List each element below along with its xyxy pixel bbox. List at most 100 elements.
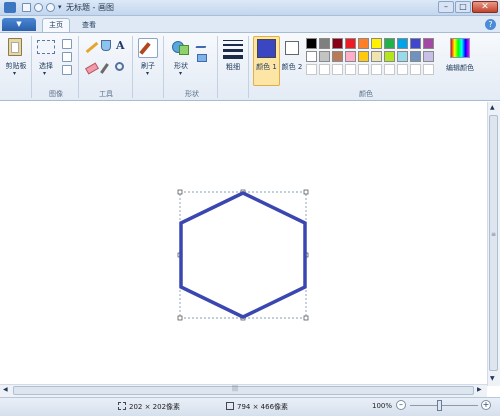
palette-color-swatch[interactable]: [306, 38, 317, 49]
edit-colors-icon[interactable]: [450, 38, 470, 58]
palette-color-swatch[interactable]: [332, 64, 343, 75]
resize-handle[interactable]: [303, 189, 309, 195]
selection-size-icon: [118, 402, 126, 410]
palette-color-swatch[interactable]: [384, 51, 395, 62]
text-tool-icon[interactable]: A: [116, 39, 125, 52]
resize-icon[interactable]: [62, 52, 72, 62]
palette-color-swatch[interactable]: [345, 38, 356, 49]
select-dropdown-icon[interactable]: ▾: [43, 70, 46, 77]
close-button[interactable]: ✕: [472, 1, 498, 13]
zoom-slider-thumb[interactable]: [437, 400, 442, 411]
zoom-slider-track[interactable]: [410, 405, 478, 406]
window-title: 无标题 - 画图: [66, 3, 114, 12]
horizontal-grip-icon: |||: [232, 385, 239, 392]
color1-label[interactable]: 颜色 1: [254, 63, 279, 72]
palette-color-swatch[interactable]: [371, 64, 382, 75]
ribbon-separator: [132, 36, 133, 98]
image-group-label: 图像: [49, 90, 63, 98]
fill-style-icon[interactable]: [197, 54, 207, 62]
undo-icon[interactable]: [34, 3, 43, 12]
palette-color-swatch[interactable]: [345, 51, 356, 62]
size-line-thin: [223, 40, 243, 41]
save-icon[interactable]: [22, 3, 31, 12]
palette-color-swatch[interactable]: [358, 64, 369, 75]
palette-color-swatch[interactable]: [319, 51, 330, 62]
palette-color-swatch[interactable]: [410, 38, 421, 49]
palette-color-swatch[interactable]: [423, 38, 434, 49]
size-line-medium: [223, 44, 243, 46]
vertical-grip-icon: ≡: [491, 231, 497, 238]
vertical-scroll-thumb[interactable]: [489, 115, 498, 371]
shapes-dropdown-icon[interactable]: ▾: [179, 70, 182, 77]
palette-color-swatch[interactable]: [371, 51, 382, 62]
resize-handle[interactable]: [177, 189, 183, 195]
ribbon-separator: [78, 36, 79, 98]
minimize-button[interactable]: –: [438, 1, 454, 13]
hexagon-shape[interactable]: [179, 191, 307, 319]
brushes-dropdown-icon[interactable]: ▾: [146, 70, 149, 77]
selection-size-text: 202 × 202像素: [129, 403, 181, 411]
magnifier-icon[interactable]: [115, 62, 124, 71]
palette-color-swatch[interactable]: [410, 51, 421, 62]
file-menu-button[interactable]: ▼: [2, 18, 36, 31]
tools-group-label: 工具: [99, 90, 113, 98]
colors-group-label: 颜色: [359, 90, 373, 98]
ribbon-separator: [31, 36, 32, 98]
palette-color-swatch[interactable]: [384, 64, 395, 75]
clipboard-icon[interactable]: [8, 38, 22, 56]
scroll-left-arrow-icon[interactable]: ◀: [3, 386, 8, 393]
fill-icon[interactable]: [101, 40, 111, 51]
size-line-thick: [223, 49, 243, 52]
horizontal-scroll-thumb[interactable]: [13, 386, 474, 395]
palette-color-swatch[interactable]: [397, 38, 408, 49]
palette-color-swatch[interactable]: [306, 51, 317, 62]
edit-colors-button-label[interactable]: 编辑颜色: [441, 63, 479, 73]
color2-swatch[interactable]: [285, 41, 299, 55]
color1-swatch[interactable]: [257, 39, 276, 58]
palette-color-swatch[interactable]: [319, 64, 330, 75]
palette-color-swatch[interactable]: [397, 64, 408, 75]
palette-color-swatch[interactable]: [358, 38, 369, 49]
image-size-text: 794 × 466像素: [237, 403, 289, 411]
palette-color-swatch[interactable]: [332, 51, 343, 62]
image-size-icon: [226, 402, 234, 410]
color2-label[interactable]: 颜色 2: [281, 63, 303, 72]
palette-color-swatch[interactable]: [397, 51, 408, 62]
palette-color-swatch[interactable]: [410, 64, 421, 75]
maximize-button[interactable]: □: [455, 1, 471, 13]
palette-color-swatch[interactable]: [306, 64, 317, 75]
palette-color-swatch[interactable]: [345, 64, 356, 75]
crop-icon[interactable]: [62, 39, 72, 49]
shapes-icon-square: [179, 45, 189, 55]
palette-color-swatch[interactable]: [358, 51, 369, 62]
tab-view[interactable]: 查看: [76, 19, 102, 32]
ribbon-separator: [248, 36, 249, 98]
size-button-label[interactable]: 粗细: [224, 63, 242, 72]
scroll-down-arrow-icon[interactable]: ▼: [490, 375, 495, 382]
scroll-up-arrow-icon[interactable]: ▲: [490, 104, 495, 111]
palette-color-swatch[interactable]: [319, 38, 330, 49]
palette-color-swatch[interactable]: [384, 38, 395, 49]
resize-handle[interactable]: [303, 315, 309, 321]
resize-handle[interactable]: [177, 315, 183, 321]
brushes-icon[interactable]: [138, 38, 158, 58]
select-icon[interactable]: [37, 40, 55, 54]
selection-handles[interactable]: [177, 189, 309, 321]
palette-color-swatch[interactable]: [371, 38, 382, 49]
hexagon-shape-svg[interactable]: [174, 186, 314, 326]
palette-color-swatch[interactable]: [423, 51, 434, 62]
ribbon-tab-row: [0, 16, 500, 33]
quick-access-dropdown-icon[interactable]: ▾: [58, 3, 62, 11]
palette-color-swatch[interactable]: [423, 64, 434, 75]
clipboard-dropdown-icon[interactable]: ▾: [13, 70, 16, 77]
redo-icon[interactable]: [46, 3, 55, 12]
rotate-icon[interactable]: [62, 65, 72, 75]
palette-color-swatch[interactable]: [332, 38, 343, 49]
paint-app-icon[interactable]: [4, 2, 16, 13]
tab-home[interactable]: 主页: [42, 18, 70, 33]
zoom-out-button[interactable]: –: [396, 400, 406, 410]
ribbon-separator: [163, 36, 164, 98]
scroll-right-arrow-icon[interactable]: ▶: [477, 386, 482, 393]
help-icon[interactable]: ?: [485, 19, 496, 30]
zoom-in-button[interactable]: +: [481, 400, 491, 410]
